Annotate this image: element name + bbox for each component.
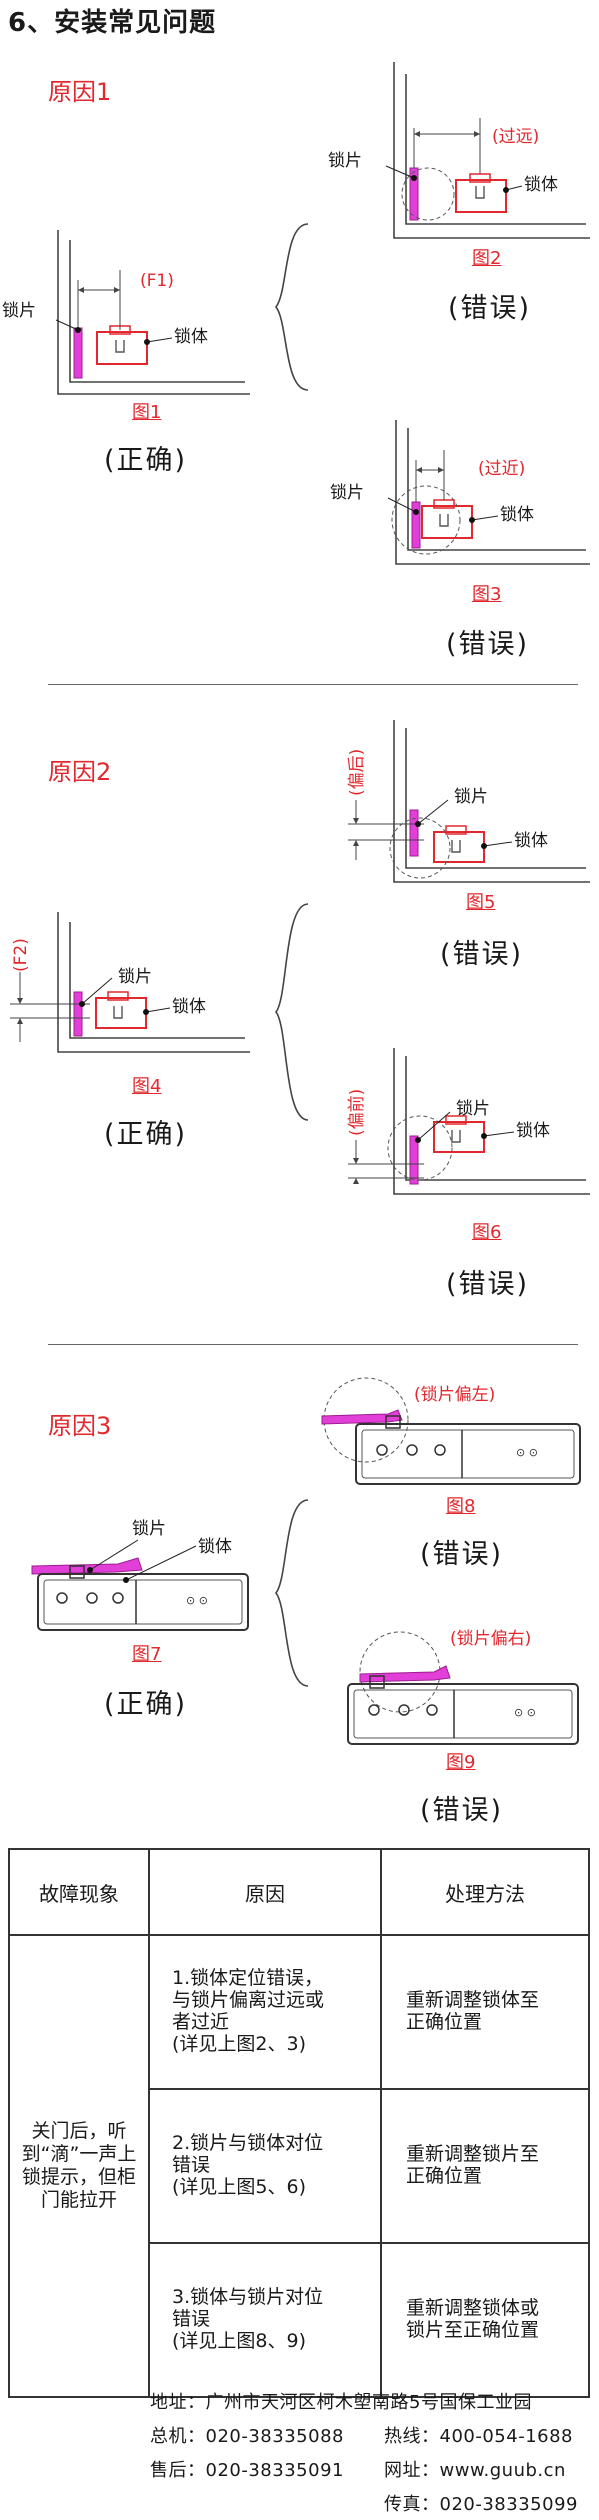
figure-3-diagram: 锁片 锁体 (过近)	[330, 420, 590, 565]
cause-line: (详见上图8、9)	[172, 2329, 307, 2352]
figure-7-verdict: (正确)	[104, 1689, 188, 1720]
fig7-body-label: 锁体	[198, 1537, 232, 1557]
table-header: 处理方法	[380, 1848, 590, 1936]
figure-8-diagram: ⊙ ⊙ (锁片偏左)	[321, 1377, 581, 1485]
cause-cell: 1.锁体定位错误， 与锁片偏离过远或 者过近 (详见上图2、3)	[148, 1934, 382, 2090]
fig5-plate-label: 锁片	[454, 787, 488, 807]
fix-line: 正确位置	[406, 2165, 483, 2187]
figure-9-verdict: (错误)	[420, 1795, 504, 1826]
brace-3-icon	[274, 1499, 309, 1687]
table-row: 关门后，听到“滴”一声上锁提示，但柜门能拉开 1.锁体定位错误， 与锁片偏离过远…	[8, 1934, 590, 2398]
fig4-plate-label: 锁片	[118, 967, 152, 987]
fix-cell: 重新调整锁体至 正确位置	[380, 1934, 590, 2090]
fault-table: 故障现象 原因 处理方法 关门后，听到“滴”一声上锁提示，但柜门能拉开 1.锁体…	[8, 1848, 590, 2398]
footer-address: 地址：广州市天河区柯木塱南路5号国保工业园	[150, 2392, 532, 2413]
figure-7-diagram: ⊙ ⊙ 锁片 锁体	[31, 1519, 249, 1631]
cause-line: 2.锁片与锁体对位	[172, 2132, 324, 2155]
figure-5-verdict: (错误)	[440, 939, 524, 970]
table-header: 原因	[148, 1848, 382, 1936]
fig7-plate-label: 锁片	[132, 1519, 166, 1539]
cause-cell: 2.锁片与锁体对位 错误 (详见上图5、6)	[148, 2088, 382, 2244]
fig1-plate-label: 锁片	[2, 301, 36, 321]
table-header-row: 故障现象 原因 处理方法	[8, 1848, 590, 1936]
fig2-plate-label: 锁片	[328, 151, 362, 171]
fix-line: 重新调整锁体或	[406, 2297, 540, 2320]
figure-2-verdict: (错误)	[448, 293, 532, 324]
fig2-body-label: 锁体	[524, 175, 558, 195]
figure-1-verdict: (正确)	[104, 445, 188, 476]
cause-line: 错误	[172, 2154, 211, 2177]
section-divider-2	[48, 1344, 578, 1345]
cause-line: (详见上图2、3)	[172, 2032, 307, 2055]
fix-line: 重新调整锁体至	[406, 1989, 540, 2012]
fig9-dim-label: (锁片偏右)	[450, 1629, 531, 1649]
cause-line: 1.锁体定位错误，	[172, 1967, 324, 1990]
fix-cell: 重新调整锁片至 正确位置	[380, 2088, 590, 2244]
fix-line: 重新调整锁片至	[406, 2143, 540, 2166]
footer-service: 售后：020-38335091	[150, 2460, 344, 2481]
page-title: 6、安装常见问题	[8, 8, 217, 38]
figure-4-diagram: 锁片 锁体 (F2)	[10, 912, 250, 1053]
reason-3-heading: 原因3	[48, 1412, 112, 1440]
fig3-body-label: 锁体	[500, 505, 534, 525]
fig3-plate-label: 锁片	[330, 483, 364, 503]
symptom-cell: 关门后，听到“滴”一声上锁提示，但柜门能拉开	[8, 1934, 150, 2398]
fig1-dim-label: (F1)	[140, 271, 174, 291]
figure-6-label: 图6	[472, 1222, 502, 1243]
cause-line: 与锁片偏离过远或	[172, 1989, 325, 2012]
footer-phone: 总机：020-38335088	[150, 2426, 344, 2447]
fig8-dim-label: (锁片偏左)	[414, 1385, 495, 1405]
figure-8-label: 图8	[446, 1496, 476, 1517]
fig3-dim-label: (过近)	[478, 459, 525, 479]
section-divider-1	[48, 684, 578, 685]
fig2-dim-label: (过远)	[492, 127, 539, 147]
figure-9-diagram: ⊙ ⊙ (锁片偏右)	[347, 1629, 579, 1745]
figure-5-label: 图5	[466, 892, 496, 913]
footer-hotline: 热线：400-054-1688	[384, 2426, 574, 2447]
figure-3-label: 图3	[472, 584, 502, 605]
fix-cell: 重新调整锁体或 锁片至正确位置	[380, 2242, 590, 2398]
reason-2-heading: 原因2	[48, 758, 112, 786]
brace-1-icon	[274, 223, 309, 391]
fig5-body-label: 锁体	[514, 831, 548, 851]
cause-line: 者过近	[172, 2011, 230, 2033]
reason-1-heading: 原因1	[48, 78, 112, 106]
figure-1-diagram: 锁片 锁体 (F1)	[2, 230, 250, 395]
svg-text:⊙ ⊙: ⊙ ⊙	[186, 1594, 208, 1607]
figure-7-label: 图7	[132, 1644, 162, 1665]
fig4-body-label: 锁体	[172, 997, 206, 1017]
fig6-body-label: 锁体	[516, 1121, 550, 1141]
svg-text:⊙ ⊙: ⊙ ⊙	[516, 1446, 538, 1459]
fig6-dim-label: (偏前)	[347, 1089, 367, 1136]
figure-9-label: 图9	[446, 1752, 476, 1773]
cause-line: 错误	[172, 2308, 211, 2331]
footer-fax: 传真：020-38335099	[384, 2494, 578, 2515]
figure-4-verdict: (正确)	[104, 1119, 188, 1150]
svg-text:⊙ ⊙: ⊙ ⊙	[514, 1706, 536, 1719]
fix-line: 正确位置	[406, 2011, 483, 2033]
table-header: 故障现象	[8, 1848, 150, 1936]
cause-cell: 3.锁体与锁片对位 错误 (详见上图8、9)	[148, 2242, 382, 2398]
figure-4-label: 图4	[132, 1076, 162, 1097]
brace-2-icon	[274, 903, 309, 1121]
fig5-dim-label: (偏后)	[347, 749, 367, 796]
figure-8-verdict: (错误)	[420, 1539, 504, 1570]
figure-2-diagram: 锁片 锁体 (过远)	[328, 62, 590, 239]
cause-line: (详见上图5、6)	[172, 2175, 307, 2198]
figure-3-verdict: (错误)	[446, 629, 530, 660]
fix-line: 锁片至正确位置	[406, 2319, 540, 2341]
figure-6-diagram: 锁片 锁体 (偏前)	[347, 1048, 590, 1195]
fig6-plate-label: 锁片	[456, 1099, 490, 1119]
fig1-body-label: 锁体	[174, 327, 208, 347]
figure-5-diagram: 锁片 锁体 (偏后)	[347, 720, 590, 883]
figure-2-label: 图2	[472, 248, 502, 269]
figure-6-verdict: (错误)	[446, 1269, 530, 1300]
fig4-dim-label: (F2)	[11, 938, 31, 972]
cause-line: 3.锁体与锁片对位	[172, 2286, 324, 2309]
figure-1-label: 图1	[132, 402, 162, 423]
footer-website: 网址：www.guub.cn	[384, 2460, 566, 2481]
